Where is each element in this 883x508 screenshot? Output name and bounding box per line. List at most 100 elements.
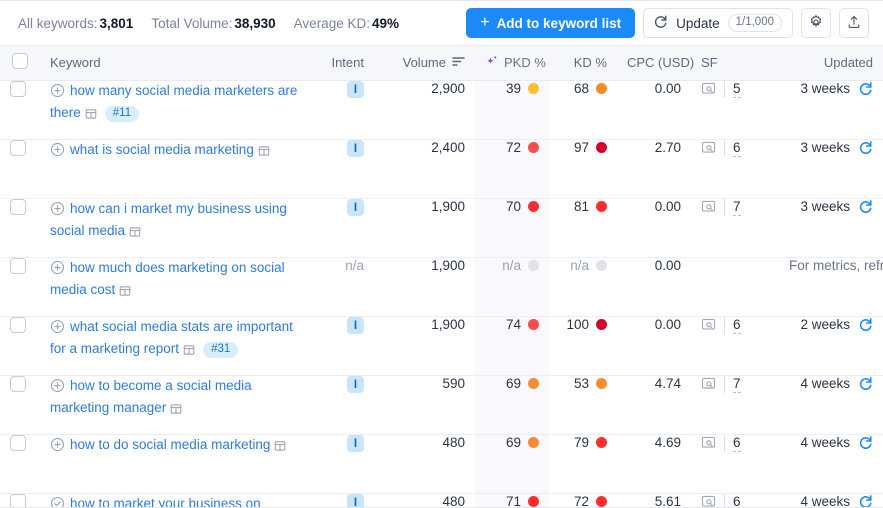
pkd-value: 69: [505, 375, 521, 391]
refresh-icon[interactable]: [858, 317, 873, 332]
sf-count[interactable]: 5: [733, 81, 741, 98]
serp-preview-icon[interactable]: [274, 438, 286, 457]
column-intent[interactable]: Intent: [308, 46, 374, 81]
column-updated[interactable]: Updated: [779, 46, 883, 81]
serp-features-icon[interactable]: [701, 435, 716, 453]
row-checkbox[interactable]: [10, 316, 26, 333]
column-pkd[interactable]: PKD %: [475, 46, 549, 81]
serp-features[interactable]: 6: [701, 317, 741, 335]
serp-features[interactable]: 6: [701, 435, 741, 453]
serp-position-badge[interactable]: #11: [104, 105, 140, 122]
intent-badge[interactable]: I: [347, 317, 364, 334]
sf-count[interactable]: 6: [733, 494, 741, 507]
serp-features-icon[interactable]: [701, 81, 716, 99]
plus-circle-icon[interactable]: [50, 319, 65, 339]
volume-value: 590: [442, 375, 465, 391]
serp-preview-icon[interactable]: [129, 224, 141, 243]
serp-features-icon[interactable]: [701, 317, 716, 335]
plus-circle-icon[interactable]: [50, 83, 65, 103]
refresh-icon[interactable]: [858, 140, 873, 155]
serp-preview-icon[interactable]: [258, 143, 270, 162]
serp-preview-icon[interactable]: [170, 401, 182, 420]
keyword-link[interactable]: how can i market my business using socia…: [50, 201, 287, 238]
serp-features-icon[interactable]: [701, 199, 716, 217]
table-row[interactable]: what social media stats are important fo…: [0, 316, 883, 376]
column-volume[interactable]: Volume: [374, 46, 475, 81]
serp-features[interactable]: 7: [701, 376, 741, 394]
serp-features-icon[interactable]: [701, 140, 716, 158]
table-row[interactable]: how many social media marketers are ther…: [0, 80, 883, 140]
settings-button[interactable]: [801, 8, 831, 38]
sf-divider: [724, 317, 725, 334]
table-row[interactable]: how to market your business on social me…: [0, 493, 883, 508]
refresh-icon[interactable]: [858, 81, 873, 96]
table-row[interactable]: how to become a social media marketing m…: [0, 375, 883, 435]
intent-badge[interactable]: I: [347, 81, 364, 98]
column-sf[interactable]: SF: [691, 46, 779, 81]
pkd-score: n/a: [502, 258, 539, 273]
sf-count[interactable]: 6: [733, 435, 741, 452]
refresh-icon[interactable]: [858, 494, 873, 507]
keyword-link[interactable]: how to do social media marketing: [70, 437, 270, 452]
refresh-icon[interactable]: [858, 376, 873, 391]
serp-features[interactable]: 6: [701, 140, 741, 158]
refresh-icon[interactable]: [858, 435, 873, 450]
column-cpc[interactable]: CPC (USD): [617, 46, 694, 81]
plus-circle-icon[interactable]: [50, 437, 65, 457]
sf-count[interactable]: 7: [733, 199, 741, 216]
serp-features[interactable]: 7: [701, 199, 741, 217]
keyword-link[interactable]: how much does marketing on social media …: [50, 260, 285, 297]
keyword-link[interactable]: how to become a social media marketing m…: [50, 378, 252, 415]
check-circle-icon[interactable]: [50, 496, 65, 507]
intent-badge[interactable]: I: [347, 435, 364, 452]
row-checkbox[interactable]: [10, 434, 26, 451]
table-row[interactable]: how much does marketing on social media …: [0, 257, 883, 317]
add-to-keyword-list-button[interactable]: + Add to keyword list: [466, 8, 636, 38]
table-row[interactable]: how to do social media marketing I 480 69 79…: [0, 434, 883, 494]
plus-circle-icon[interactable]: [50, 378, 65, 398]
column-keyword[interactable]: Keyword: [40, 46, 308, 81]
serp-preview-icon[interactable]: [119, 283, 131, 302]
serp-features[interactable]: 5: [701, 81, 741, 99]
table-row[interactable]: what is social media marketing I 2,400 72 97…: [0, 139, 883, 199]
updated-cell-wrap: 2 weeks: [779, 316, 883, 376]
serp-preview-icon[interactable]: [85, 106, 97, 125]
intent-badge[interactable]: I: [347, 376, 364, 393]
serp-position-badge[interactable]: #31: [203, 341, 239, 358]
serp-preview-icon[interactable]: [183, 342, 195, 361]
plus-circle-icon[interactable]: [50, 201, 65, 221]
select-all-checkbox[interactable]: [12, 53, 28, 70]
sf-count[interactable]: 6: [733, 140, 741, 157]
row-checkbox[interactable]: [10, 493, 26, 507]
plus-circle-icon[interactable]: [50, 260, 65, 280]
serp-features-icon[interactable]: [701, 376, 716, 394]
table-row[interactable]: how can i market my business using socia…: [0, 198, 883, 258]
serp-features-icon[interactable]: [701, 494, 716, 508]
update-button[interactable]: Update 1/1,000: [643, 8, 793, 38]
row-checkbox[interactable]: [10, 139, 26, 156]
export-button[interactable]: [839, 8, 869, 38]
stat-total-volume-value: 38,930: [234, 15, 276, 31]
sf-count[interactable]: 6: [733, 317, 741, 334]
intent-badge[interactable]: I: [347, 140, 364, 157]
row-checkbox[interactable]: [10, 375, 26, 392]
row-select-cell: [0, 493, 40, 507]
pkd-value: 72: [505, 139, 521, 155]
kd-cell: 53: [549, 375, 617, 435]
serp-features[interactable]: 6: [701, 494, 741, 508]
keyword-link[interactable]: what social media stats are important fo…: [50, 319, 293, 356]
intent-badge[interactable]: I: [347, 494, 364, 507]
row-checkbox[interactable]: [10, 257, 26, 274]
row-checkbox[interactable]: [10, 80, 26, 97]
plus-circle-icon[interactable]: [50, 142, 65, 162]
column-updated-label: Updated: [823, 55, 873, 71]
intent-badge[interactable]: I: [347, 199, 364, 216]
sf-count[interactable]: 7: [733, 376, 741, 393]
keyword-link[interactable]: what is social media marketing: [70, 142, 254, 157]
keyword-link[interactable]: how to market your business on social me…: [50, 496, 261, 508]
refresh-icon[interactable]: [858, 199, 873, 214]
pkd-dot: [528, 377, 539, 389]
column-kd[interactable]: KD %: [549, 46, 617, 81]
updated-cell-wrap: 3 weeks: [779, 139, 883, 199]
row-checkbox[interactable]: [10, 198, 26, 215]
